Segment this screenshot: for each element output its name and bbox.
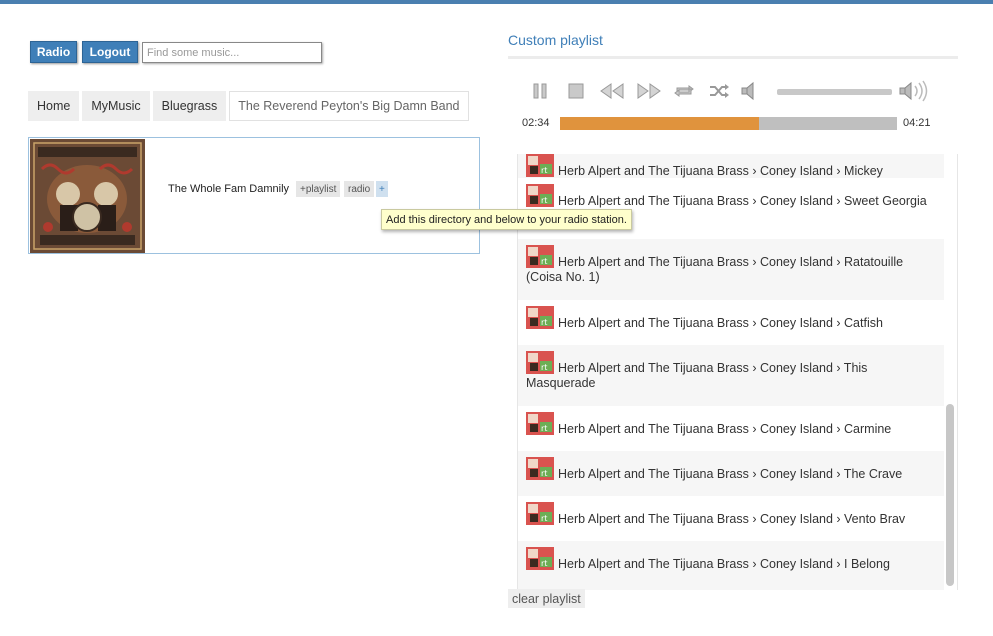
album-thumbnail-icon: rt <box>526 455 554 480</box>
playlist-item-label: Herb Alpert and The Tijuana Brass › Cone… <box>526 255 904 284</box>
pause-icon[interactable] <box>530 80 550 102</box>
breadcrumb-current: The Reverend Peyton's Big Damn Band <box>229 91 469 121</box>
playlist-item[interactable]: rt Herb Alpert and The Tijuana Brass › Co… <box>518 154 944 178</box>
svg-text:rt: rt <box>541 559 547 568</box>
playlist-item[interactable]: rt Herb Alpert and The Tijuana Brass › Co… <box>518 239 944 300</box>
playlist-item-label: Herb Alpert and The Tijuana Brass › Cone… <box>558 512 906 526</box>
total-time: 04:21 <box>903 117 931 129</box>
album-thumbnail-icon: rt <box>526 500 554 525</box>
volume-high-icon[interactable] <box>898 80 930 102</box>
svg-text:rt: rt <box>541 514 547 523</box>
rewind-icon[interactable] <box>599 80 625 102</box>
album-thumbnail-icon: rt <box>526 410 554 435</box>
playlist-item-label: Herb Alpert and The Tijuana Brass › Cone… <box>558 467 903 481</box>
tooltip: Add this directory and below to your rad… <box>381 209 632 230</box>
repeat-icon[interactable] <box>673 80 695 102</box>
clear-playlist-button[interactable]: clear playlist <box>508 589 585 608</box>
svg-text:rt: rt <box>541 318 547 327</box>
album-cover[interactable] <box>30 139 145 253</box>
breadcrumb-mymusic[interactable]: MyMusic <box>82 91 150 121</box>
playlist-item-label: Herb Alpert and The Tijuana Brass › Cone… <box>558 316 883 330</box>
breadcrumb-home[interactable]: Home <box>28 91 80 121</box>
album-card[interactable]: The Whole Fam Damnily +playlist radio + <box>28 137 480 254</box>
logout-button[interactable]: Logout <box>82 41 138 63</box>
radio-button[interactable]: Radio <box>30 41 77 63</box>
album-title[interactable]: The Whole Fam Damnily <box>168 183 289 195</box>
volume-slider[interactable] <box>777 89 892 95</box>
album-thumbnail-icon: rt <box>526 545 554 570</box>
album-thumbnail-icon: rt <box>526 349 554 374</box>
fast-forward-icon[interactable] <box>636 80 662 102</box>
playlist-item-label: Herb Alpert and The Tijuana Brass › Cone… <box>558 422 892 436</box>
radio-tag-button[interactable]: radio <box>344 181 375 197</box>
album-thumbnail-icon: rt <box>526 304 554 329</box>
playlist-item-label: Herb Alpert and The Tijuana Brass › Cone… <box>558 557 890 571</box>
playlist-item[interactable]: rt Herb Alpert and The Tijuana Brass › Co… <box>518 406 944 451</box>
svg-text:rt: rt <box>541 469 547 478</box>
svg-text:rt: rt <box>541 363 547 372</box>
playlist-item[interactable]: rt Herb Alpert and The Tijuana Brass › Co… <box>518 496 944 541</box>
volume-low-icon[interactable] <box>740 80 762 102</box>
playlist-item[interactable]: rt Herb Alpert and The Tijuana Brass › Co… <box>518 345 944 406</box>
add-to-radio-button[interactable]: + <box>376 181 388 197</box>
stop-icon[interactable] <box>566 80 586 102</box>
svg-text:rt: rt <box>541 257 547 266</box>
playlist-item[interactable]: rt Herb Alpert and The Tijuana Brass › Co… <box>518 541 944 590</box>
breadcrumb-bluegrass[interactable]: Bluegrass <box>152 91 227 121</box>
add-to-playlist-button[interactable]: +playlist <box>296 181 341 197</box>
progress-bar[interactable] <box>560 117 897 130</box>
progress-fill <box>560 117 759 130</box>
shuffle-icon[interactable] <box>708 80 730 102</box>
svg-text:rt: rt <box>541 166 547 175</box>
playlist-item-label: Herb Alpert and The Tijuana Brass › Cone… <box>558 164 883 178</box>
top-accent-bar <box>0 0 993 4</box>
playlist-item[interactable]: rt Herb Alpert and The Tijuana Brass › Co… <box>518 300 944 345</box>
playlist-divider <box>508 56 958 59</box>
svg-text:rt: rt <box>541 196 547 205</box>
playlist-title: Custom playlist <box>508 32 603 48</box>
playlist-item[interactable]: rt Herb Alpert and The Tijuana Brass › Co… <box>518 451 944 496</box>
playlist-scrollbar[interactable] <box>946 404 954 586</box>
album-thumbnail-icon: rt <box>526 243 554 268</box>
breadcrumb: Home MyMusic Bluegrass The Reverend Peyt… <box>28 91 469 121</box>
elapsed-time: 02:34 <box>522 117 550 129</box>
playlist-item-label: Herb Alpert and The Tijuana Brass › Cone… <box>526 361 868 390</box>
album-thumbnail-icon: rt <box>526 182 554 207</box>
album-thumbnail-icon: rt <box>526 154 554 177</box>
svg-text:rt: rt <box>541 424 547 433</box>
search-input[interactable] <box>142 42 322 63</box>
